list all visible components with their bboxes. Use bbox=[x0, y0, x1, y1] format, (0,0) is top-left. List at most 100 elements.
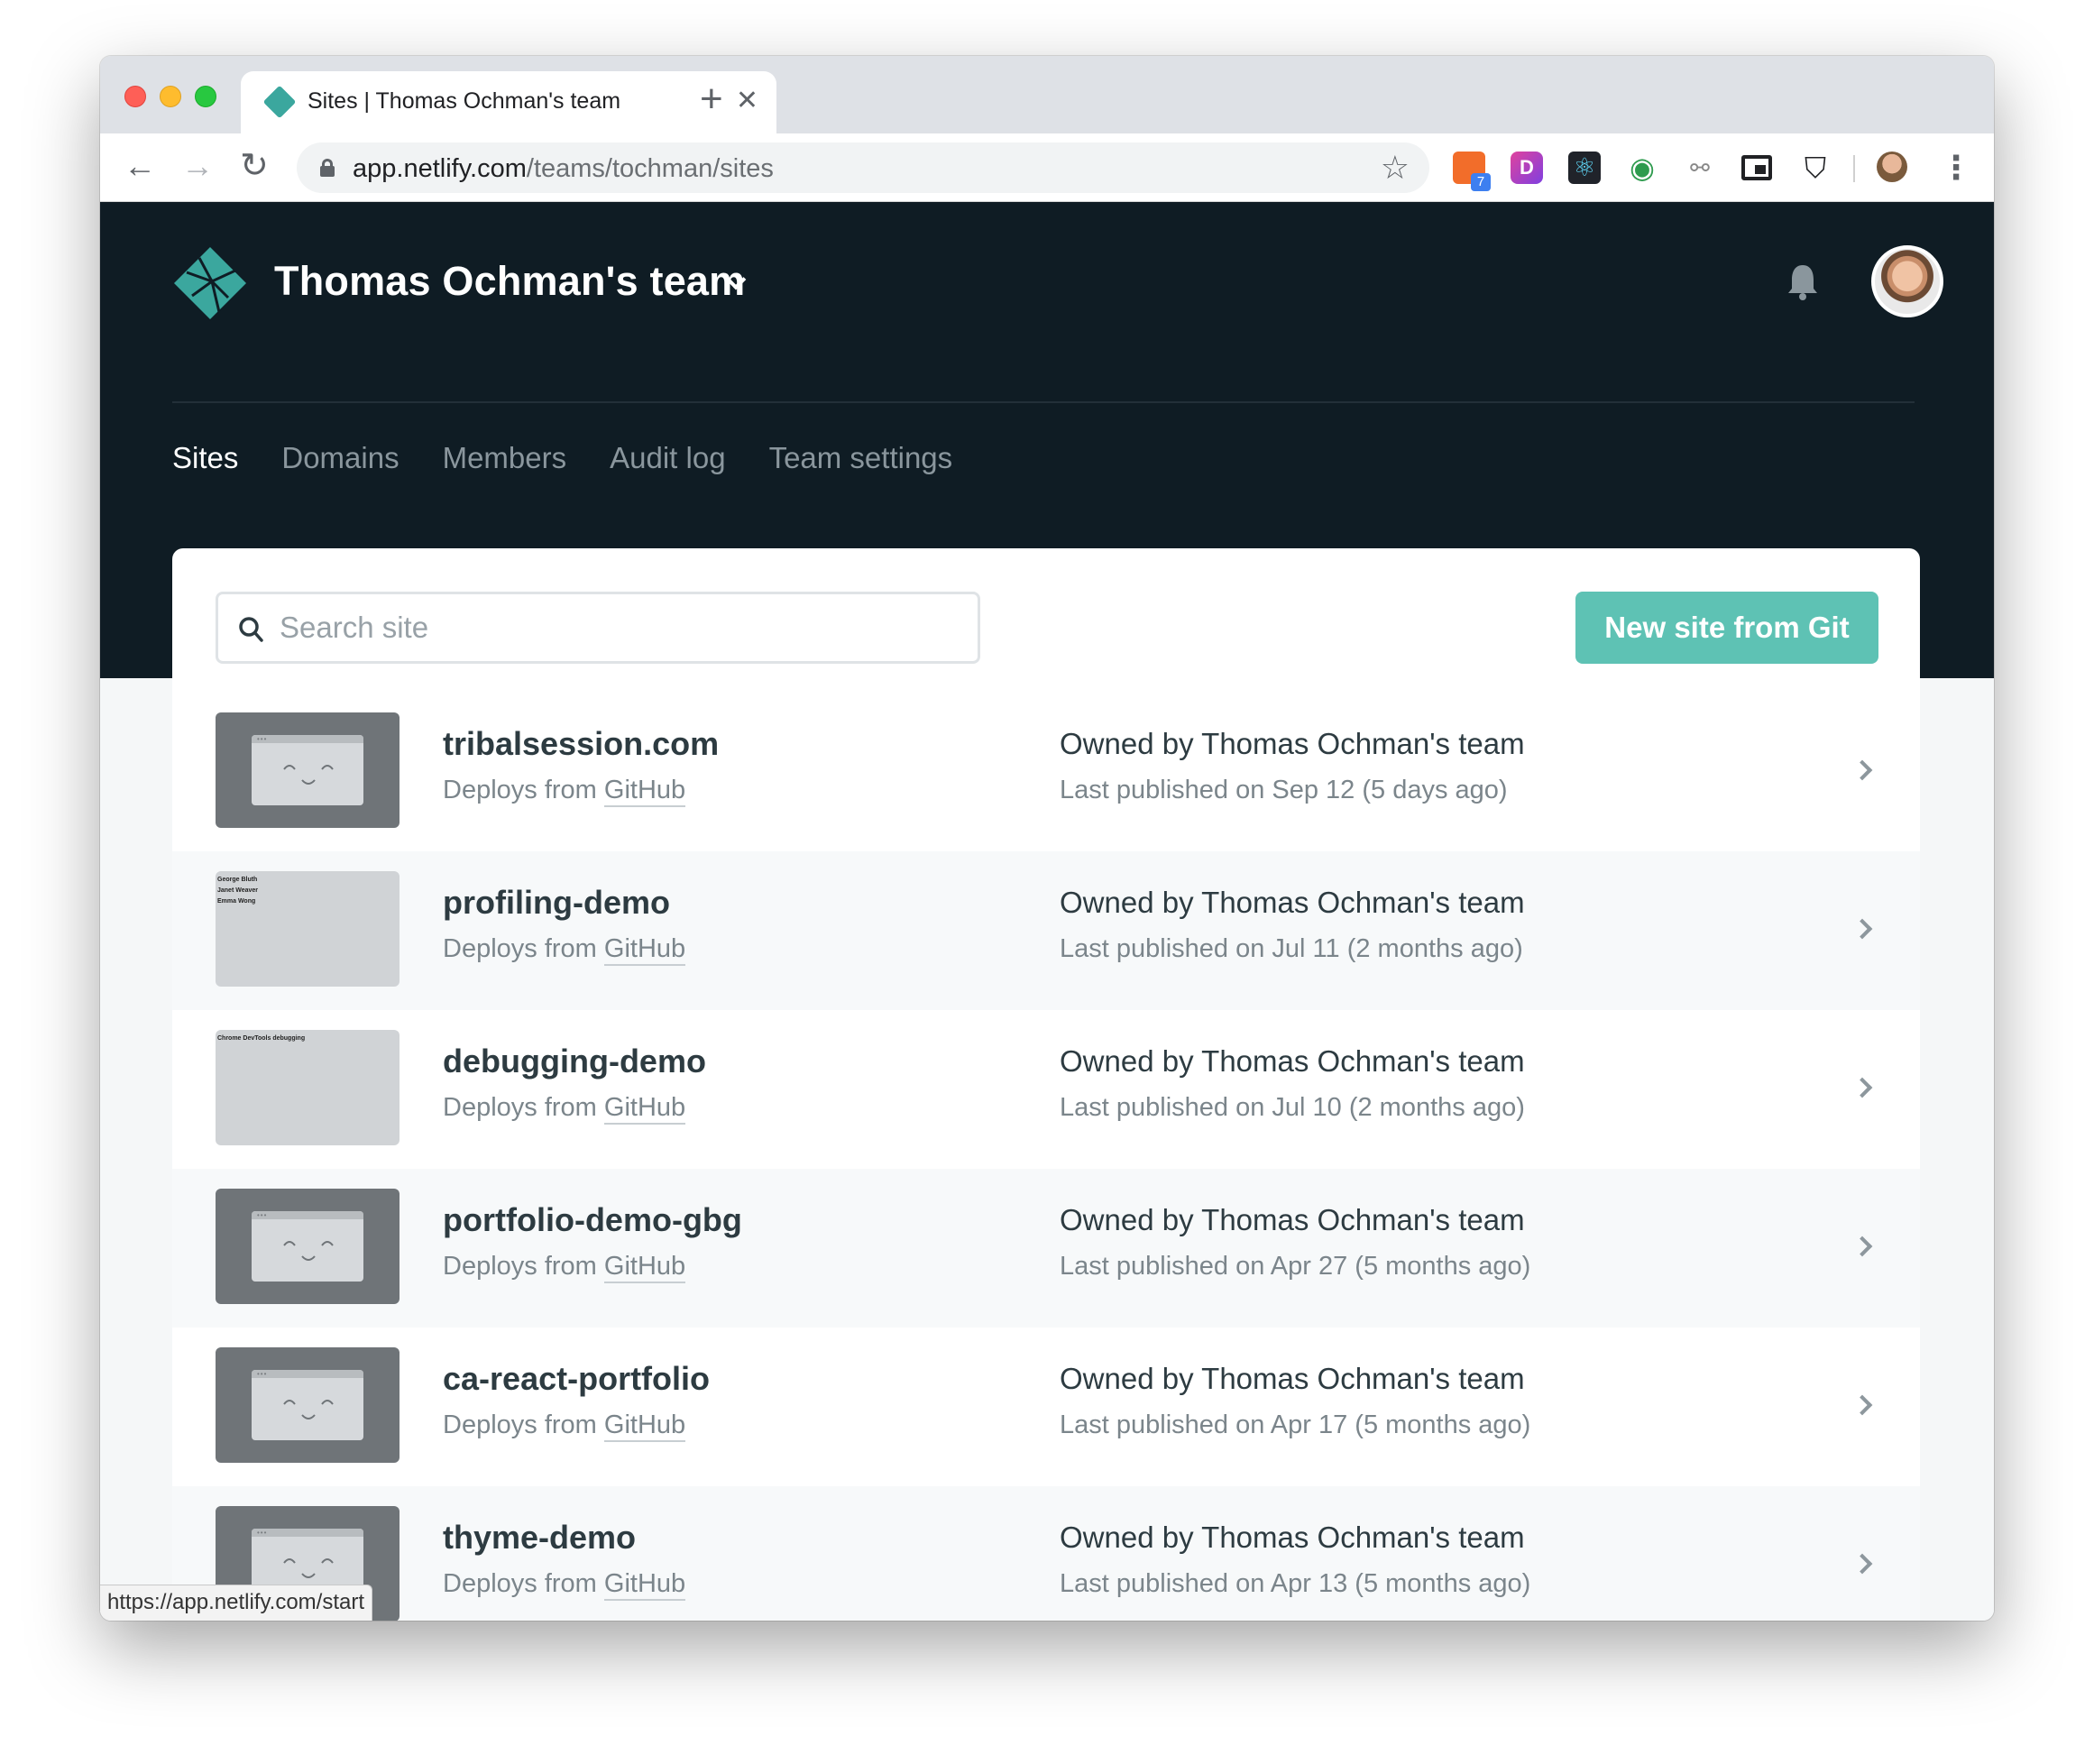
netlify-logo-icon[interactable] bbox=[172, 245, 248, 321]
site-last-published: Last published on Sep 12 (5 days ago) bbox=[1060, 776, 1508, 804]
site-row[interactable]: George Bluth Janet Weaver Emma Wong profi… bbox=[172, 851, 1920, 1010]
tab-title: Sites | Thomas Ochman's team bbox=[308, 88, 621, 114]
github-link[interactable]: GitHub bbox=[603, 776, 686, 807]
notification-bell-icon[interactable] bbox=[1786, 262, 1819, 301]
deploy-prefix: Deploys from bbox=[443, 1569, 604, 1598]
browser-tab[interactable]: Sites | Thomas Ochman's team ✕ bbox=[241, 71, 776, 133]
url-text[interactable]: app.netlify.com/teams/tochman/sites bbox=[353, 154, 774, 184]
site-last-published: Last published on Apr 27 (5 months ago) bbox=[1060, 1252, 1531, 1281]
site-deploy-source: Deploys from GitHub bbox=[443, 1410, 686, 1442]
team-switcher[interactable]: Thomas Ochman's team bbox=[274, 258, 745, 305]
site-name[interactable]: thyme-demo bbox=[443, 1519, 636, 1557]
site-thumbnail: George Bluth Janet Weaver Emma Wong bbox=[216, 871, 400, 987]
extension-sitemap-icon[interactable]: ⚯ bbox=[1684, 152, 1716, 184]
deploy-prefix: Deploys from bbox=[443, 1252, 604, 1281]
nav-tab-domains[interactable]: Domains bbox=[281, 441, 399, 475]
nav-tab-team-settings[interactable]: Team settings bbox=[769, 441, 953, 475]
deploy-prefix: Deploys from bbox=[443, 1093, 604, 1122]
address-bar[interactable]: app.netlify.com/teams/tochman/sites ☆ bbox=[297, 142, 1429, 193]
owner-prefix: Owned by bbox=[1060, 1044, 1202, 1078]
site-name[interactable]: profiling-demo bbox=[443, 884, 670, 922]
site-row[interactable]: ••• portfolio-demo-gbg Deploys from GitHub… bbox=[172, 1169, 1920, 1328]
owner-name: Thomas Ochman's team bbox=[1201, 886, 1525, 919]
placeholder-window-icon: ••• bbox=[252, 735, 363, 805]
chevron-right-icon[interactable] bbox=[1851, 918, 1873, 940]
search-input[interactable] bbox=[280, 603, 965, 652]
maximize-window-button[interactable] bbox=[195, 86, 216, 107]
site-owner: Owned by Thomas Ochman's team bbox=[1060, 1203, 1525, 1237]
tab-strip: Sites | Thomas Ochman's team ✕ + bbox=[100, 56, 1994, 133]
site-thumbnail: ••• bbox=[216, 1189, 400, 1304]
site-owner: Owned by Thomas Ochman's team bbox=[1060, 886, 1525, 920]
site-row[interactable]: Chrome DevTools debugging debugging-demo D… bbox=[172, 1010, 1920, 1169]
site-name[interactable]: ca-react-portfolio bbox=[443, 1360, 710, 1398]
owner-prefix: Owned by bbox=[1060, 727, 1202, 760]
forward-arrow-icon[interactable]: → bbox=[181, 148, 214, 184]
owner-prefix: Owned by bbox=[1060, 1203, 1202, 1236]
react-devtools-icon[interactable]: ⚛ bbox=[1568, 152, 1601, 184]
nav-tab-audit-log[interactable]: Audit log bbox=[610, 441, 725, 475]
site-last-published: Last published on Apr 13 (5 months ago) bbox=[1060, 1569, 1531, 1598]
nav-tab-members[interactable]: Members bbox=[443, 441, 567, 475]
extension-shield-icon[interactable]: ⛉ bbox=[1799, 152, 1832, 184]
site-name[interactable]: debugging-demo bbox=[443, 1043, 706, 1080]
site-name[interactable]: portfolio-demo-gbg bbox=[443, 1201, 742, 1239]
profile-avatar-icon[interactable] bbox=[1877, 152, 1907, 182]
tab-close-icon[interactable]: ✕ bbox=[736, 85, 758, 117]
extension-d-icon[interactable]: D bbox=[1511, 152, 1543, 184]
site-deploy-source: Deploys from GitHub bbox=[443, 934, 686, 966]
extension-hubspot-icon[interactable]: 7 bbox=[1453, 152, 1491, 191]
github-link[interactable]: GitHub bbox=[603, 1410, 686, 1442]
github-link[interactable]: GitHub bbox=[603, 1252, 686, 1283]
nav-tab-sites[interactable]: Sites bbox=[172, 441, 238, 475]
site-thumbnail: ••• bbox=[216, 1347, 400, 1463]
back-arrow-icon[interactable]: ← bbox=[124, 148, 156, 184]
site-list: ••• tribalsession.com Deploys from GitHub O… bbox=[172, 693, 1920, 1621]
status-bar-url: https://app.netlify.com/start bbox=[100, 1585, 373, 1621]
github-link[interactable]: GitHub bbox=[603, 934, 686, 966]
owner-name: Thomas Ochman's team bbox=[1201, 1044, 1525, 1078]
placeholder-window-icon: ••• bbox=[252, 1211, 363, 1282]
new-tab-button[interactable]: + bbox=[700, 79, 723, 119]
extension-badge: 7 bbox=[1471, 173, 1491, 191]
owner-prefix: Owned by bbox=[1060, 1521, 1202, 1554]
site-name[interactable]: tribalsession.com bbox=[443, 725, 719, 763]
bookmark-star-icon[interactable]: ☆ bbox=[1381, 150, 1410, 186]
site-row[interactable]: ••• ca-react-portfolio Deploys from GitHub… bbox=[172, 1328, 1920, 1486]
owner-name: Thomas Ochman's team bbox=[1201, 1203, 1525, 1236]
minimize-window-button[interactable] bbox=[160, 86, 181, 107]
site-deploy-source: Deploys from GitHub bbox=[443, 1569, 686, 1601]
site-last-published: Last published on Jul 11 (2 months ago) bbox=[1060, 934, 1523, 963]
site-owner: Owned by Thomas Ochman's team bbox=[1060, 1044, 1525, 1079]
site-owner: Owned by Thomas Ochman's team bbox=[1060, 1521, 1525, 1555]
user-avatar[interactable] bbox=[1871, 245, 1943, 317]
github-link[interactable]: GitHub bbox=[603, 1093, 686, 1125]
chevron-right-icon[interactable] bbox=[1851, 759, 1873, 781]
owner-prefix: Owned by bbox=[1060, 1362, 1202, 1395]
site-owner: Owned by Thomas Ochman's team bbox=[1060, 1362, 1525, 1396]
site-deploy-source: Deploys from GitHub bbox=[443, 1252, 686, 1283]
chevron-right-icon[interactable] bbox=[1851, 1236, 1873, 1257]
owner-prefix: Owned by bbox=[1060, 886, 1202, 919]
site-row[interactable]: ••• tribalsession.com Deploys from GitHub O… bbox=[172, 693, 1920, 851]
thumbnail-text: George Bluth Janet Weaver Emma Wong bbox=[217, 877, 259, 905]
owner-name: Thomas Ochman's team bbox=[1201, 1362, 1525, 1395]
toolbar-separator bbox=[1853, 155, 1855, 182]
deploy-prefix: Deploys from bbox=[443, 934, 604, 963]
github-link[interactable]: GitHub bbox=[603, 1569, 686, 1601]
search-box[interactable] bbox=[216, 592, 980, 664]
close-window-button[interactable] bbox=[124, 86, 146, 107]
chevron-right-icon[interactable] bbox=[1851, 1394, 1873, 1416]
picture-in-picture-icon[interactable] bbox=[1741, 155, 1772, 180]
extension-search-icon[interactable]: ◉ bbox=[1626, 152, 1658, 184]
placeholder-window-icon: ••• bbox=[252, 1370, 363, 1440]
app-content: Thomas Ochman's team Sites Domains Membe… bbox=[100, 202, 1994, 1621]
reload-icon[interactable]: ↻ bbox=[240, 148, 269, 184]
owner-name: Thomas Ochman's team bbox=[1201, 1521, 1525, 1554]
site-last-published: Last published on Apr 17 (5 months ago) bbox=[1060, 1410, 1531, 1439]
browser-menu-icon[interactable]: ⋮ bbox=[1940, 150, 1972, 186]
site-row[interactable]: ••• thyme-demo Deploys from GitHub Owned by… bbox=[172, 1486, 1920, 1621]
new-site-from-git-button[interactable]: New site from Git bbox=[1575, 592, 1878, 664]
chevron-right-icon[interactable] bbox=[1851, 1077, 1873, 1098]
chevron-right-icon[interactable] bbox=[1851, 1553, 1873, 1575]
